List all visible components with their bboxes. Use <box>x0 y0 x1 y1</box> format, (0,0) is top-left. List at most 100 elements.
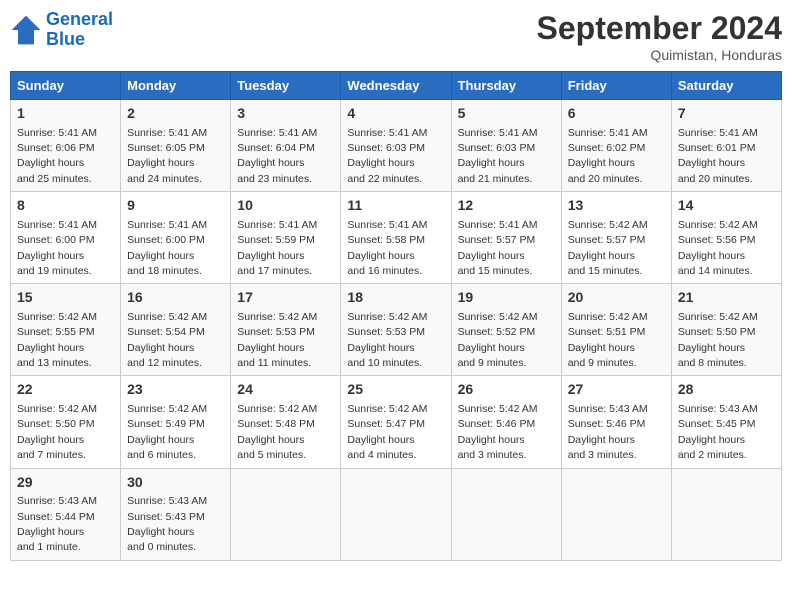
day-info: Sunrise: 5:42 AMSunset: 5:46 PMDaylight … <box>458 403 538 461</box>
day-number: 21 <box>678 288 775 308</box>
day-info: Sunrise: 5:41 AMSunset: 5:58 PMDaylight … <box>347 219 427 277</box>
day-info: Sunrise: 5:41 AMSunset: 5:59 PMDaylight … <box>237 219 317 277</box>
col-thursday: Thursday <box>451 72 561 100</box>
calendar-cell: 24 Sunrise: 5:42 AMSunset: 5:48 PMDaylig… <box>231 376 341 468</box>
calendar-cell: 22 Sunrise: 5:42 AMSunset: 5:50 PMDaylig… <box>11 376 121 468</box>
calendar-cell: 26 Sunrise: 5:42 AMSunset: 5:46 PMDaylig… <box>451 376 561 468</box>
calendar-cell: 8 Sunrise: 5:41 AMSunset: 6:00 PMDayligh… <box>11 192 121 284</box>
col-sunday: Sunday <box>11 72 121 100</box>
calendar-table: Sunday Monday Tuesday Wednesday Thursday… <box>10 71 782 561</box>
day-number: 23 <box>127 380 224 400</box>
calendar-cell: 18 Sunrise: 5:42 AMSunset: 5:53 PMDaylig… <box>341 284 451 376</box>
day-number: 14 <box>678 196 775 216</box>
calendar-cell: 19 Sunrise: 5:42 AMSunset: 5:52 PMDaylig… <box>451 284 561 376</box>
day-info: Sunrise: 5:42 AMSunset: 5:48 PMDaylight … <box>237 403 317 461</box>
day-number: 11 <box>347 196 444 216</box>
calendar-cell: 3 Sunrise: 5:41 AMSunset: 6:04 PMDayligh… <box>231 100 341 192</box>
calendar-cell: 13 Sunrise: 5:42 AMSunset: 5:57 PMDaylig… <box>561 192 671 284</box>
day-info: Sunrise: 5:42 AMSunset: 5:49 PMDaylight … <box>127 403 207 461</box>
calendar-row: 15 Sunrise: 5:42 AMSunset: 5:55 PMDaylig… <box>11 284 782 376</box>
day-number: 1 <box>17 104 114 124</box>
day-info: Sunrise: 5:41 AMSunset: 6:03 PMDaylight … <box>347 127 427 185</box>
day-number: 22 <box>17 380 114 400</box>
logo-text: General Blue <box>46 10 113 50</box>
day-info: Sunrise: 5:41 AMSunset: 6:00 PMDaylight … <box>127 219 207 277</box>
day-info: Sunrise: 5:42 AMSunset: 5:55 PMDaylight … <box>17 311 97 369</box>
calendar-cell <box>451 468 561 560</box>
calendar-row: 1 Sunrise: 5:41 AMSunset: 6:06 PMDayligh… <box>11 100 782 192</box>
calendar-cell <box>341 468 451 560</box>
title-block: September 2024 Quimistan, Honduras <box>537 10 782 63</box>
day-info: Sunrise: 5:41 AMSunset: 6:06 PMDaylight … <box>17 127 97 185</box>
day-info: Sunrise: 5:42 AMSunset: 5:50 PMDaylight … <box>678 311 758 369</box>
day-number: 16 <box>127 288 224 308</box>
day-info: Sunrise: 5:41 AMSunset: 6:02 PMDaylight … <box>568 127 648 185</box>
day-number: 29 <box>17 473 114 493</box>
day-info: Sunrise: 5:43 AMSunset: 5:46 PMDaylight … <box>568 403 648 461</box>
calendar-cell: 28 Sunrise: 5:43 AMSunset: 5:45 PMDaylig… <box>671 376 781 468</box>
col-saturday: Saturday <box>671 72 781 100</box>
col-friday: Friday <box>561 72 671 100</box>
day-info: Sunrise: 5:41 AMSunset: 6:00 PMDaylight … <box>17 219 97 277</box>
day-info: Sunrise: 5:42 AMSunset: 5:56 PMDaylight … <box>678 219 758 277</box>
day-number: 2 <box>127 104 224 124</box>
day-info: Sunrise: 5:41 AMSunset: 6:05 PMDaylight … <box>127 127 207 185</box>
calendar-row: 29 Sunrise: 5:43 AMSunset: 5:44 PMDaylig… <box>11 468 782 560</box>
calendar-cell: 23 Sunrise: 5:42 AMSunset: 5:49 PMDaylig… <box>121 376 231 468</box>
calendar-cell: 10 Sunrise: 5:41 AMSunset: 5:59 PMDaylig… <box>231 192 341 284</box>
calendar-cell: 7 Sunrise: 5:41 AMSunset: 6:01 PMDayligh… <box>671 100 781 192</box>
day-number: 12 <box>458 196 555 216</box>
calendar-cell: 16 Sunrise: 5:42 AMSunset: 5:54 PMDaylig… <box>121 284 231 376</box>
calendar-cell: 11 Sunrise: 5:41 AMSunset: 5:58 PMDaylig… <box>341 192 451 284</box>
day-number: 25 <box>347 380 444 400</box>
day-info: Sunrise: 5:41 AMSunset: 6:03 PMDaylight … <box>458 127 538 185</box>
day-number: 8 <box>17 196 114 216</box>
day-info: Sunrise: 5:42 AMSunset: 5:50 PMDaylight … <box>17 403 97 461</box>
day-info: Sunrise: 5:42 AMSunset: 5:53 PMDaylight … <box>237 311 317 369</box>
calendar-cell: 6 Sunrise: 5:41 AMSunset: 6:02 PMDayligh… <box>561 100 671 192</box>
day-number: 19 <box>458 288 555 308</box>
day-info: Sunrise: 5:43 AMSunset: 5:44 PMDaylight … <box>17 495 97 553</box>
day-number: 3 <box>237 104 334 124</box>
day-info: Sunrise: 5:41 AMSunset: 6:04 PMDaylight … <box>237 127 317 185</box>
day-number: 30 <box>127 473 224 493</box>
day-info: Sunrise: 5:43 AMSunset: 5:45 PMDaylight … <box>678 403 758 461</box>
day-number: 5 <box>458 104 555 124</box>
col-monday: Monday <box>121 72 231 100</box>
day-info: Sunrise: 5:41 AMSunset: 5:57 PMDaylight … <box>458 219 538 277</box>
day-number: 6 <box>568 104 665 124</box>
location: Quimistan, Honduras <box>537 47 782 63</box>
day-number: 13 <box>568 196 665 216</box>
calendar-cell: 9 Sunrise: 5:41 AMSunset: 6:00 PMDayligh… <box>121 192 231 284</box>
calendar-cell <box>671 468 781 560</box>
calendar-row: 8 Sunrise: 5:41 AMSunset: 6:00 PMDayligh… <box>11 192 782 284</box>
day-number: 27 <box>568 380 665 400</box>
calendar-cell <box>561 468 671 560</box>
day-info: Sunrise: 5:43 AMSunset: 5:43 PMDaylight … <box>127 495 207 553</box>
calendar-cell: 15 Sunrise: 5:42 AMSunset: 5:55 PMDaylig… <box>11 284 121 376</box>
day-number: 18 <box>347 288 444 308</box>
day-info: Sunrise: 5:42 AMSunset: 5:51 PMDaylight … <box>568 311 648 369</box>
day-number: 17 <box>237 288 334 308</box>
calendar-row: 22 Sunrise: 5:42 AMSunset: 5:50 PMDaylig… <box>11 376 782 468</box>
col-tuesday: Tuesday <box>231 72 341 100</box>
logo: General Blue <box>10 10 113 50</box>
calendar-cell: 25 Sunrise: 5:42 AMSunset: 5:47 PMDaylig… <box>341 376 451 468</box>
calendar-cell: 14 Sunrise: 5:42 AMSunset: 5:56 PMDaylig… <box>671 192 781 284</box>
day-info: Sunrise: 5:42 AMSunset: 5:47 PMDaylight … <box>347 403 427 461</box>
day-number: 20 <box>568 288 665 308</box>
calendar-cell: 5 Sunrise: 5:41 AMSunset: 6:03 PMDayligh… <box>451 100 561 192</box>
day-number: 26 <box>458 380 555 400</box>
day-number: 28 <box>678 380 775 400</box>
col-wednesday: Wednesday <box>341 72 451 100</box>
day-number: 15 <box>17 288 114 308</box>
day-number: 4 <box>347 104 444 124</box>
day-info: Sunrise: 5:42 AMSunset: 5:53 PMDaylight … <box>347 311 427 369</box>
calendar-cell <box>231 468 341 560</box>
calendar-cell: 1 Sunrise: 5:41 AMSunset: 6:06 PMDayligh… <box>11 100 121 192</box>
calendar-cell: 29 Sunrise: 5:43 AMSunset: 5:44 PMDaylig… <box>11 468 121 560</box>
page-header: General Blue September 2024 Quimistan, H… <box>10 10 782 63</box>
month-title: September 2024 <box>537 10 782 47</box>
calendar-cell: 12 Sunrise: 5:41 AMSunset: 5:57 PMDaylig… <box>451 192 561 284</box>
day-number: 10 <box>237 196 334 216</box>
